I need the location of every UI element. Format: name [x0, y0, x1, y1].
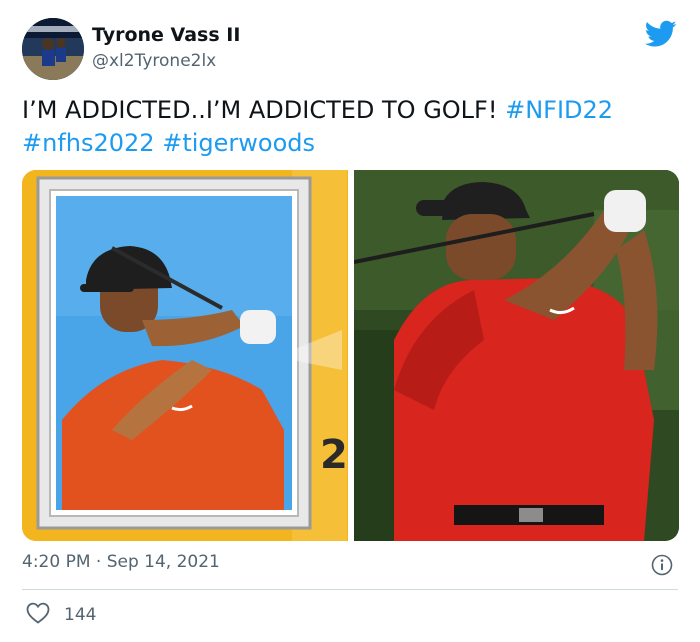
media-image-golfer-photo[interactable]	[353, 170, 679, 541]
twitter-bird-icon[interactable]	[644, 20, 677, 48]
tweet-body-text: I’M ADDICTED..I’M ADDICTED TO GOLF!	[22, 96, 506, 124]
like-button[interactable]: 144	[26, 602, 96, 628]
divider	[22, 589, 678, 590]
like-count: 144	[64, 605, 97, 625]
card-number: 2	[320, 432, 347, 478]
media-gallery: 2	[22, 170, 679, 541]
tweet-timestamp[interactable]: 4:20 PM · Sep 14, 2021	[22, 552, 220, 572]
info-icon[interactable]	[651, 554, 673, 576]
hashtag-nfid22[interactable]: #NFID22	[505, 96, 613, 124]
hashtag-tigerwoods[interactable]: #tigerwoods	[162, 129, 315, 157]
media-image-card-photo[interactable]: 2	[22, 170, 348, 541]
tweet-card: Tyrone Vass II @xl2Tyrone2lx I’M ADDICTE…	[0, 0, 700, 642]
avatar[interactable]	[22, 18, 84, 80]
tweet-text: I’M ADDICTED..I’M ADDICTED TO GOLF! #NFI…	[22, 94, 672, 160]
user-handle[interactable]: @xl2Tyrone2lx	[92, 51, 216, 71]
display-name[interactable]: Tyrone Vass II	[92, 24, 240, 46]
heart-icon	[26, 602, 50, 628]
hashtag-nfhs2022[interactable]: #nfhs2022	[22, 129, 155, 157]
